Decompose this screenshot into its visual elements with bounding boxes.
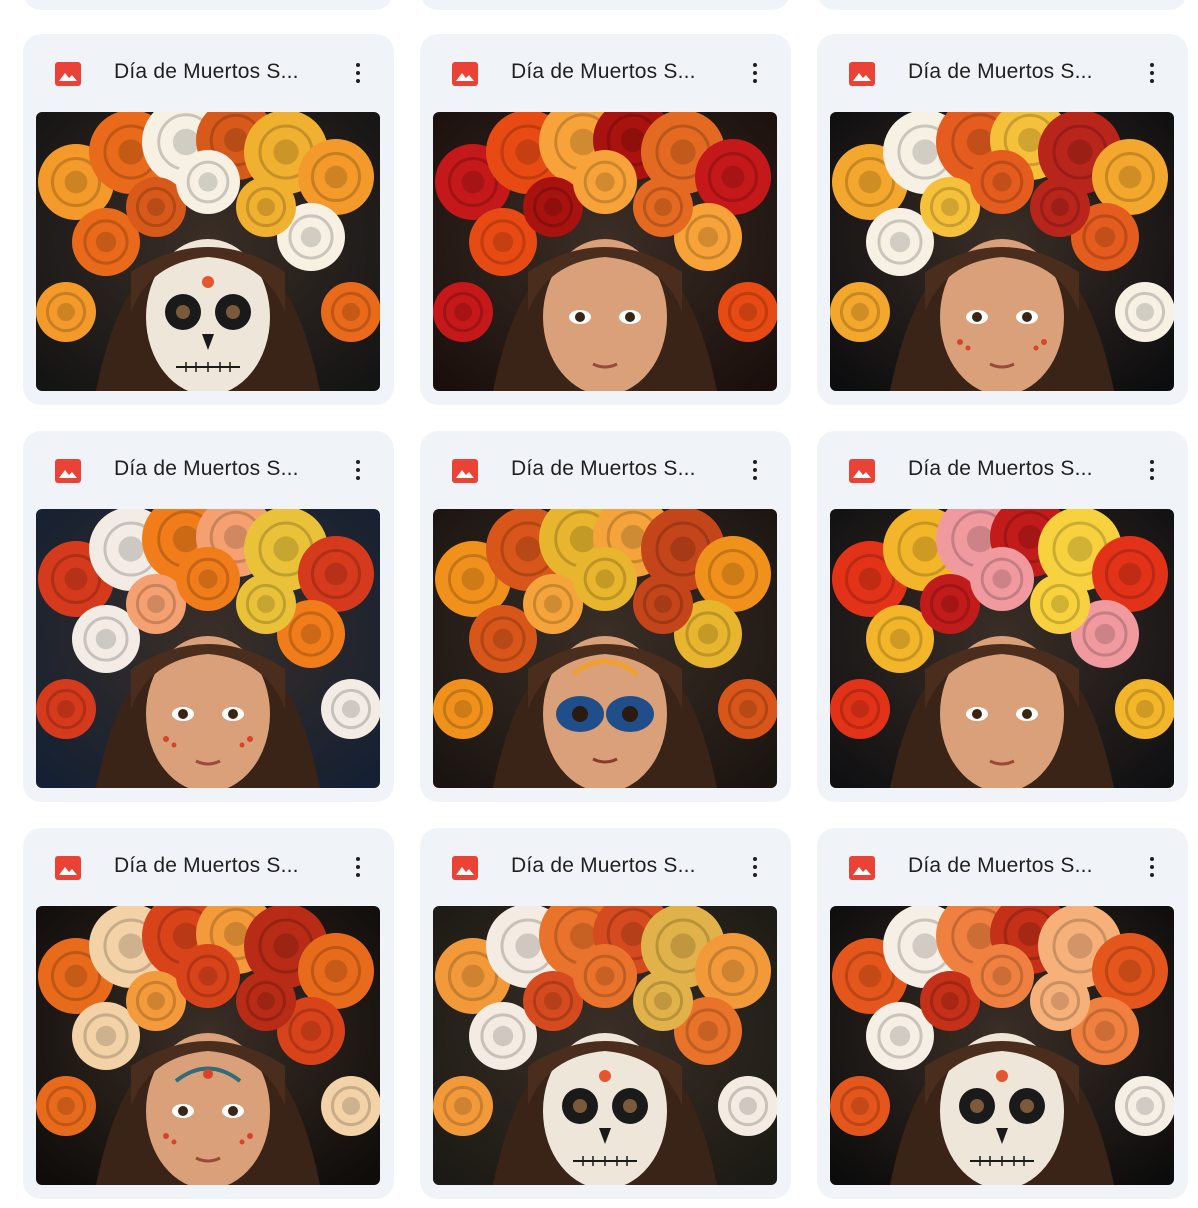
file-card-header: Día de Muertos S...	[23, 431, 394, 509]
file-card-header: Día de Muertos S...	[817, 828, 1188, 906]
image-thumbnail[interactable]	[433, 509, 777, 788]
more-options-icon[interactable]	[739, 56, 771, 90]
partial-card	[420, 0, 790, 10]
image-thumbnail[interactable]	[36, 906, 380, 1185]
image-file-icon	[55, 62, 81, 86]
file-title[interactable]: Día de Muertos S...	[114, 854, 299, 878]
file-card[interactable]: Día de Muertos S...	[420, 828, 791, 1199]
image-thumbnail[interactable]	[36, 112, 380, 391]
file-card[interactable]: Día de Muertos S...	[23, 34, 394, 405]
file-card[interactable]: Día de Muertos S...	[420, 431, 791, 802]
more-options-icon[interactable]	[342, 56, 374, 90]
image-file-icon	[452, 856, 478, 880]
file-card[interactable]: Día de Muertos S...	[817, 34, 1188, 405]
partial-card	[23, 0, 393, 10]
image-file-icon	[849, 62, 875, 86]
more-options-icon[interactable]	[739, 850, 771, 884]
more-options-icon[interactable]	[739, 453, 771, 487]
file-card[interactable]: Día de Muertos S...	[23, 431, 394, 802]
image-thumbnail[interactable]	[433, 906, 777, 1185]
image-thumbnail[interactable]	[830, 906, 1174, 1185]
file-title[interactable]: Día de Muertos S...	[114, 60, 299, 84]
more-options-icon[interactable]	[1136, 850, 1168, 884]
file-card-header: Día de Muertos S...	[420, 34, 791, 112]
image-file-icon	[849, 856, 875, 880]
more-options-icon[interactable]	[1136, 453, 1168, 487]
file-card[interactable]: Día de Muertos S...	[420, 34, 791, 405]
image-file-icon	[55, 856, 81, 880]
more-options-icon[interactable]	[1136, 56, 1168, 90]
file-card-header: Día de Muertos S...	[817, 34, 1188, 112]
file-card-header: Día de Muertos S...	[23, 828, 394, 906]
file-card-header: Día de Muertos S...	[420, 828, 791, 906]
file-card-header: Día de Muertos S...	[23, 34, 394, 112]
file-card-header: Día de Muertos S...	[817, 431, 1188, 509]
file-card-header: Día de Muertos S...	[420, 431, 791, 509]
image-file-icon	[55, 459, 81, 483]
partial-card	[817, 0, 1187, 10]
more-options-icon[interactable]	[342, 850, 374, 884]
file-title[interactable]: Día de Muertos S...	[908, 457, 1093, 481]
image-file-icon	[849, 459, 875, 483]
image-thumbnail[interactable]	[830, 509, 1174, 788]
file-card[interactable]: Día de Muertos S...	[23, 828, 394, 1199]
image-file-icon	[452, 62, 478, 86]
file-title[interactable]: Día de Muertos S...	[114, 457, 299, 481]
file-title[interactable]: Día de Muertos S...	[511, 60, 696, 84]
file-title[interactable]: Día de Muertos S...	[511, 854, 696, 878]
file-title[interactable]: Día de Muertos S...	[908, 60, 1093, 84]
file-title[interactable]: Día de Muertos S...	[511, 457, 696, 481]
file-title[interactable]: Día de Muertos S...	[908, 854, 1093, 878]
image-thumbnail[interactable]	[36, 509, 380, 788]
file-card[interactable]: Día de Muertos S...	[817, 431, 1188, 802]
image-thumbnail[interactable]	[830, 112, 1174, 391]
image-file-icon	[452, 459, 478, 483]
image-thumbnail[interactable]	[433, 112, 777, 391]
file-card[interactable]: Día de Muertos S...	[817, 828, 1188, 1199]
file-grid: Día de Muertos S... Día de Muertos S...	[23, 34, 1188, 1199]
more-options-icon[interactable]	[342, 453, 374, 487]
